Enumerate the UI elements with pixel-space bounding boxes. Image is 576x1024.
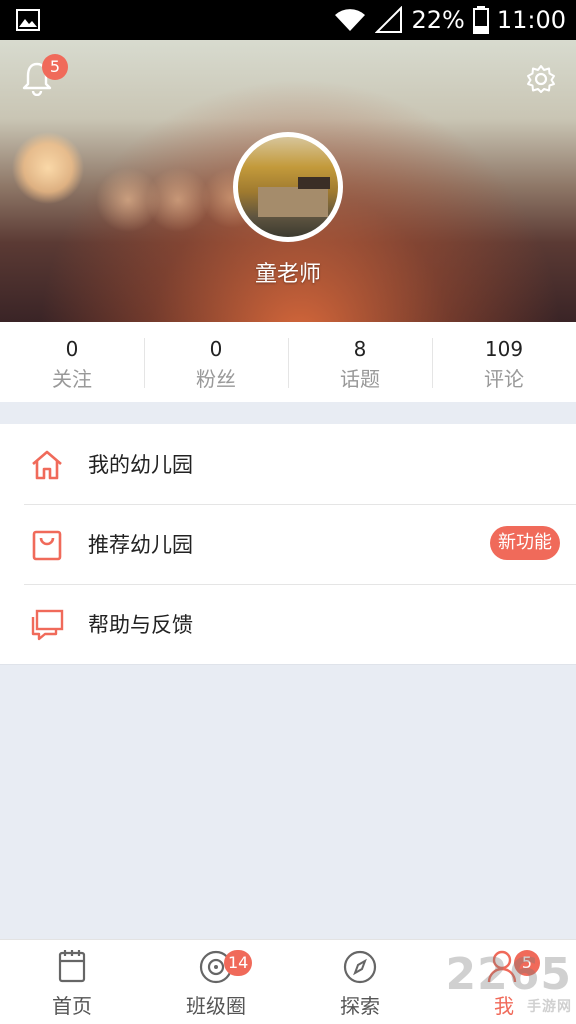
stat-comments[interactable]: 109 评论 xyxy=(432,322,576,402)
battery-percent: 22% xyxy=(411,6,465,34)
stat-topics[interactable]: 8 话题 xyxy=(288,322,432,402)
battery-icon xyxy=(472,6,489,34)
username: 童老师 xyxy=(254,262,321,287)
compass-icon xyxy=(343,950,377,984)
tab-class-circle[interactable]: 14 班级圈 xyxy=(144,940,288,1024)
menu-item-recommended-kindergarten[interactable]: 推荐幼儿园 新功能 xyxy=(0,504,576,584)
divider xyxy=(0,664,576,665)
new-feature-badge: 新功能 xyxy=(490,526,560,560)
menu-label: 我的幼儿园 xyxy=(88,453,193,477)
avatar[interactable] xyxy=(233,132,343,242)
stat-value: 0 xyxy=(65,337,79,361)
watermark: 2265 手游网 xyxy=(446,949,572,1014)
menu-item-my-kindergarten[interactable]: 我的幼儿园 xyxy=(0,424,576,504)
feedback-icon xyxy=(31,609,64,641)
tab-label: 首页 xyxy=(52,994,92,1018)
menu-label: 帮助与反馈 xyxy=(88,613,193,637)
image-icon xyxy=(16,9,40,31)
wifi-icon xyxy=(335,9,366,31)
tab-explore[interactable]: 探索 xyxy=(288,940,432,1024)
class-circle-badge: 14 xyxy=(224,950,253,976)
notebook-icon xyxy=(58,950,86,983)
watermark-sub: 手游网 xyxy=(527,999,572,1015)
stat-value: 0 xyxy=(209,337,223,361)
bag-icon xyxy=(32,530,62,561)
tab-label: 班级圈 xyxy=(186,994,246,1018)
notification-badge: 5 xyxy=(42,54,68,80)
menu-list: 我的幼儿园 推荐幼儿园 新功能 帮助与反馈 xyxy=(0,424,576,664)
home-icon xyxy=(32,450,62,480)
watermark-text: 2265 xyxy=(445,949,572,1000)
signal-icon xyxy=(375,6,403,33)
status-bar: 22% 11:00 xyxy=(0,0,576,40)
stat-fans[interactable]: 0 粉丝 xyxy=(144,322,288,402)
profile-header: 5 童老师 xyxy=(0,40,576,322)
stat-value: 8 xyxy=(353,337,367,361)
menu-label: 推荐幼儿园 xyxy=(88,533,193,557)
stat-following[interactable]: 0 关注 xyxy=(0,322,144,402)
tab-label: 探索 xyxy=(340,994,380,1018)
menu-item-help-feedback[interactable]: 帮助与反馈 xyxy=(0,584,576,664)
stat-label: 粉丝 xyxy=(196,367,236,391)
stat-label: 话题 xyxy=(340,367,380,391)
clock: 11:00 xyxy=(496,6,566,34)
stats-row: 0 关注 0 粉丝 8 话题 109 评论 xyxy=(0,322,576,402)
stat-value: 109 xyxy=(484,337,524,361)
tab-home[interactable]: 首页 xyxy=(0,940,144,1024)
stat-label: 关注 xyxy=(52,367,92,391)
gear-icon[interactable] xyxy=(526,64,556,94)
stat-label: 评论 xyxy=(484,367,524,391)
